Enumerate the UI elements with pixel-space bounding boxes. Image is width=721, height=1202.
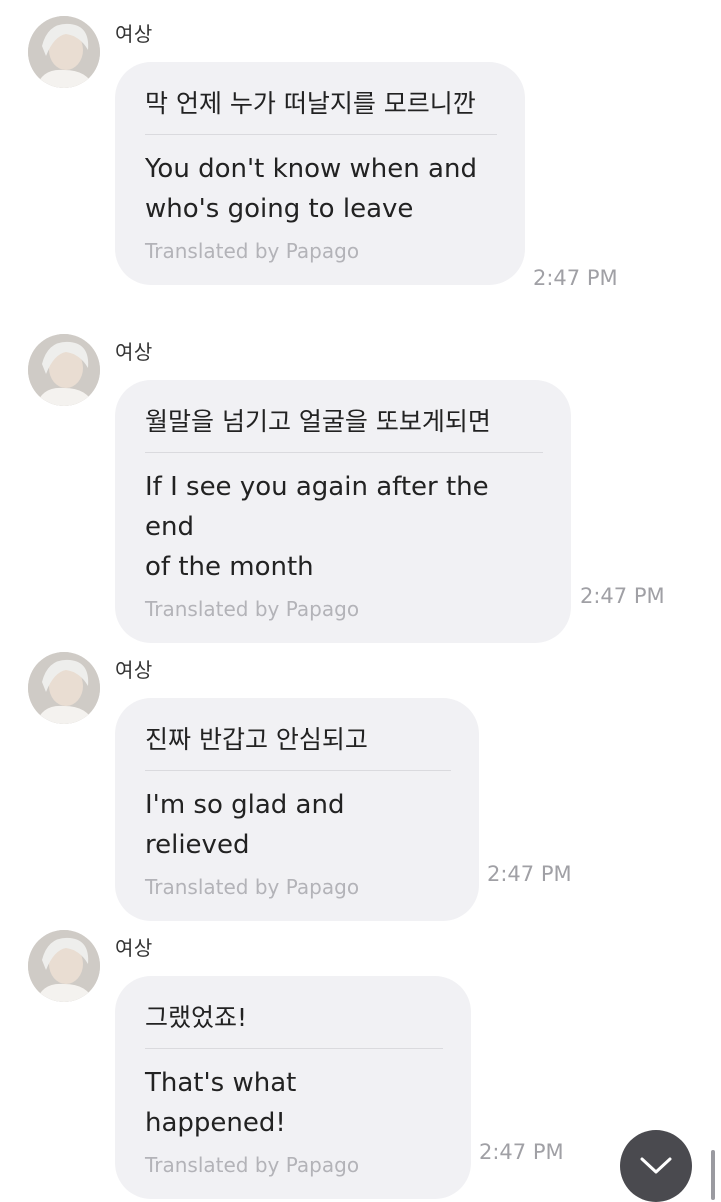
divider xyxy=(145,1048,443,1049)
divider xyxy=(145,134,497,135)
translation-credit: Translated by Papago xyxy=(145,239,360,263)
scrollbar[interactable] xyxy=(711,1150,715,1200)
message-bubble[interactable]: 진짜 반갑고 안심되고 I'm so glad and relieved Tra… xyxy=(115,698,479,921)
avatar-photo xyxy=(28,930,100,1002)
avatar-photo xyxy=(28,652,100,724)
scroll-to-bottom-button[interactable] xyxy=(620,1130,692,1202)
avatar[interactable] xyxy=(28,16,100,88)
translated-line: who's going to leave xyxy=(145,194,414,224)
message-bubble[interactable]: 그랬었죠! That's what happened! Translated b… xyxy=(115,976,471,1199)
translated-text: If I see you again after the end of the … xyxy=(145,467,543,587)
chevron-down-icon xyxy=(640,1157,672,1174)
translated-text: I'm so glad and relieved xyxy=(145,785,451,865)
timestamp: 2:47 PM xyxy=(580,584,665,608)
sender-name: 여상 xyxy=(115,658,153,682)
translated-line: If I see you again after the end xyxy=(145,472,489,542)
timestamp: 2:47 PM xyxy=(479,1140,564,1164)
message-bubble[interactable]: 월말을 넘기고 얼굴을 또보게되면 If I see you again aft… xyxy=(115,380,571,643)
translation-credit: Translated by Papago xyxy=(145,597,360,621)
original-text: 월말을 넘기고 얼굴을 또보게되면 xyxy=(145,407,491,436)
translated-line: of the month xyxy=(145,552,314,582)
translated-line: I'm so glad and relieved xyxy=(145,790,345,860)
divider xyxy=(145,452,543,453)
avatar[interactable] xyxy=(28,930,100,1002)
divider xyxy=(145,770,451,771)
avatar-photo xyxy=(28,334,100,406)
original-text: 진짜 반갑고 안심되고 xyxy=(145,725,368,754)
avatar-photo xyxy=(28,16,100,88)
translated-line: You don't know when and xyxy=(145,154,477,184)
translated-text: You don't know when and who's going to l… xyxy=(145,149,497,229)
original-text: 그랬었죠! xyxy=(145,1003,248,1032)
timestamp: 2:47 PM xyxy=(533,266,618,290)
avatar[interactable] xyxy=(28,334,100,406)
translation-credit: Translated by Papago xyxy=(145,875,360,899)
avatar[interactable] xyxy=(28,652,100,724)
timestamp: 2:47 PM xyxy=(487,862,572,886)
translation-credit: Translated by Papago xyxy=(145,1153,360,1177)
message-bubble[interactable]: 막 언제 누가 떠날지를 모르니깐 You don't know when an… xyxy=(115,62,525,285)
sender-name: 여상 xyxy=(115,936,153,960)
sender-name: 여상 xyxy=(115,340,153,364)
sender-name: 여상 xyxy=(115,22,153,46)
translated-text: That's what happened! xyxy=(145,1063,443,1143)
translated-line: That's what happened! xyxy=(145,1068,297,1138)
original-text: 막 언제 누가 떠날지를 모르니깐 xyxy=(145,89,476,118)
